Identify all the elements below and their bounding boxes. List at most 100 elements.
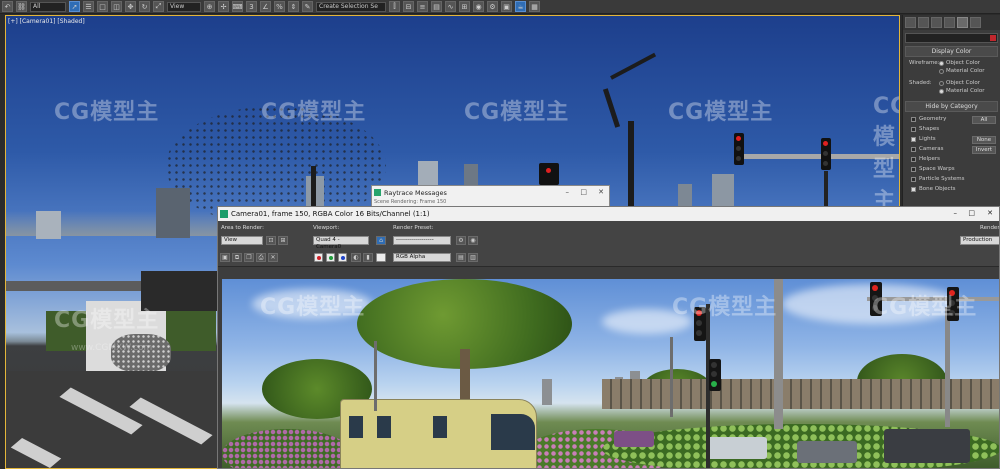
link-icon[interactable]: ⛓ (16, 1, 27, 12)
checkbox[interactable] (911, 126, 916, 132)
object-name-field[interactable] (905, 33, 998, 43)
hide-none-button[interactable]: None (972, 136, 996, 144)
close-icon[interactable]: ✕ (987, 209, 993, 217)
background-swatch[interactable] (376, 253, 386, 262)
hide-all-button[interactable]: All (972, 116, 996, 124)
hierarchy-tab-icon[interactable] (931, 17, 942, 28)
viewport-label[interactable]: [+] [Camera01] [Shaded] (8, 18, 85, 25)
alpha-channel-icon[interactable]: ◐ (351, 253, 361, 262)
hide-category-helpers[interactable]: Helpers (903, 154, 1000, 164)
shaded-material-color-option[interactable]: Material Color (903, 87, 1000, 95)
keyboard-shortcut-icon[interactable]: ⌨ (232, 1, 243, 12)
toggle-ui-icon[interactable]: ▥ (468, 253, 478, 262)
checkbox[interactable] (911, 156, 916, 162)
minimize-icon[interactable]: – (566, 188, 570, 196)
environment-icon[interactable]: ◉ (468, 236, 478, 245)
percent-snap-icon[interactable]: % (274, 1, 285, 12)
render-setup-icon[interactable]: ⚙ (487, 1, 498, 12)
reference-coord-dropdown[interactable]: View (167, 1, 201, 12)
scale-icon[interactable]: ⤢ (153, 1, 164, 12)
schematic-view-icon[interactable]: ⊞ (459, 1, 470, 12)
wireframe-material-color-option[interactable]: Material Color (903, 67, 1000, 75)
viewport-dropdown[interactable]: Quad 4 - Camera0 (313, 236, 369, 250)
close-icon[interactable]: ✕ (598, 188, 604, 196)
render-setup-icon[interactable]: ⚙ (456, 236, 466, 245)
hide-category-bone-objects[interactable]: Bone Objects (903, 184, 1000, 194)
mirror-icon[interactable]: ⫿ (389, 1, 400, 12)
monochrome-icon[interactable]: ▮ (363, 253, 373, 262)
rendered-image[interactable]: CG模型主 CG模型主 CG模型主 (222, 279, 999, 468)
edit-named-selection-icon[interactable]: ✎ (302, 1, 313, 12)
edit-region-icon[interactable]: ⊡ (266, 236, 276, 245)
render-production-icon[interactable]: ☕ (515, 1, 526, 12)
wireframe-object-color-option[interactable]: Wireframe: Object Color (903, 59, 1000, 67)
checkbox[interactable] (911, 146, 916, 152)
layer-manager-icon[interactable]: ≡ (417, 1, 428, 12)
print-image-icon[interactable]: ⎙ (256, 253, 266, 262)
snaps-toggle-icon[interactable]: 3 (246, 1, 257, 12)
area-to-render-dropdown[interactable]: View (221, 236, 263, 245)
red-channel-toggle[interactable] (314, 253, 323, 262)
maximize-icon[interactable]: □ (968, 209, 975, 217)
checkbox[interactable] (911, 116, 916, 122)
blue-channel-toggle[interactable] (338, 253, 347, 262)
radio-button[interactable] (939, 68, 944, 74)
checkbox[interactable] (911, 176, 916, 182)
pivot-icon[interactable]: ⊕ (204, 1, 215, 12)
select-object-icon[interactable]: ➚ (69, 1, 80, 12)
street-lamp-pole (670, 337, 673, 417)
radio-button[interactable] (939, 80, 944, 86)
save-image-icon[interactable]: ▣ (220, 253, 230, 262)
motion-tab-icon[interactable] (944, 17, 955, 28)
select-by-name-icon[interactable]: ☰ (83, 1, 94, 12)
minimize-icon[interactable]: – (954, 209, 958, 217)
display-tab-icon[interactable] (957, 17, 968, 28)
toggle-ui-overlay-icon[interactable]: ▤ (456, 253, 466, 262)
shaded-object-color-option[interactable]: Shaded: Object Color (903, 79, 1000, 87)
selection-filter-dropdown[interactable]: All (30, 1, 66, 12)
curve-editor-icon[interactable]: ∿ (445, 1, 456, 12)
rotate-icon[interactable]: ↻ (139, 1, 150, 12)
hide-invert-button[interactable]: Invert (972, 146, 996, 154)
create-tab-icon[interactable] (905, 17, 916, 28)
rectangular-selection-icon[interactable]: □ (97, 1, 108, 12)
checkbox[interactable] (911, 136, 916, 142)
render-title-bar[interactable]: Camera01, frame 150, RGBA Color 16 Bits/… (218, 207, 999, 221)
hide-category-particle-systems[interactable]: Particle Systems (903, 174, 1000, 184)
graphite-ribbon-icon[interactable]: ▤ (431, 1, 442, 12)
production-dropdown[interactable]: Production (960, 236, 999, 245)
modify-tab-icon[interactable] (918, 17, 929, 28)
move-icon[interactable]: ✥ (125, 1, 136, 12)
spinner-snap-icon[interactable]: ⇕ (288, 1, 299, 12)
hide-by-category-rollout[interactable]: Hide by Category (905, 101, 998, 112)
render-preset-dropdown[interactable]: ------------------- (393, 236, 451, 245)
radio-button[interactable] (939, 60, 944, 66)
checkbox[interactable] (911, 186, 916, 192)
material-editor-icon[interactable]: ◉ (473, 1, 484, 12)
object-color-label: Object Color (946, 60, 981, 66)
display-color-rollout[interactable]: Display Color (905, 46, 998, 57)
window-crossing-icon[interactable]: ◫ (111, 1, 122, 12)
select-manipulate-icon[interactable]: ✢ (218, 1, 229, 12)
lock-viewport-icon[interactable]: ⌂ (376, 236, 386, 245)
hide-category-shapes[interactable]: Shapes (903, 124, 1000, 134)
angle-snap-icon[interactable]: ∠ (260, 1, 271, 12)
object-color-swatch[interactable] (990, 35, 996, 41)
utilities-tab-icon[interactable] (970, 17, 981, 28)
raytrace-title-bar[interactable]: Raytrace Messages – □ ✕ (372, 186, 609, 199)
rendered-frame-window-icon[interactable]: ▣ (501, 1, 512, 12)
align-icon[interactable]: ⊟ (403, 1, 414, 12)
green-channel-toggle[interactable] (326, 253, 335, 262)
clear-image-icon[interactable]: ✕ (268, 253, 278, 262)
radio-button[interactable] (939, 88, 944, 94)
maximize-icon[interactable]: □ (580, 188, 587, 196)
hide-category-space-warps[interactable]: Space Warps (903, 164, 1000, 174)
named-selection-dropdown[interactable]: Create Selection Se (316, 1, 386, 12)
auto-region-icon[interactable]: ⊞ (278, 236, 288, 245)
clone-window-icon[interactable]: ❐ (244, 253, 254, 262)
copy-image-icon[interactable]: ⧉ (232, 253, 242, 262)
checkbox[interactable] (911, 166, 916, 172)
undo-icon[interactable]: ↶ (2, 1, 13, 12)
channel-dropdown[interactable]: RGB Alpha (393, 253, 451, 262)
render-iterative-icon[interactable]: ▦ (529, 1, 540, 12)
